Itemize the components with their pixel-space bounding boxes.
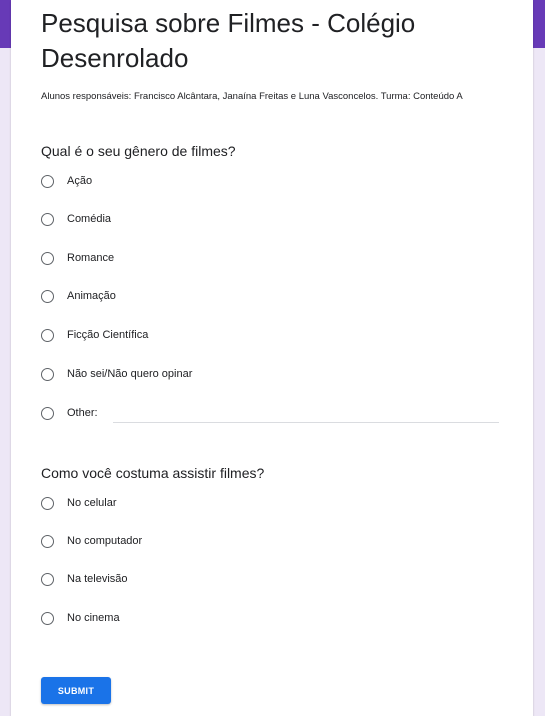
- radio-button[interactable]: [41, 406, 54, 420]
- other-text-input[interactable]: [113, 422, 499, 423]
- option-computador[interactable]: No computador: [41, 531, 142, 551]
- question-title-genre: Qual é o seu gênero de filmes?: [41, 143, 236, 159]
- option-label: No cinema: [67, 612, 120, 624]
- option-label: Ação: [67, 175, 93, 187]
- radio-button[interactable]: [41, 328, 54, 342]
- radio-button[interactable]: [41, 572, 54, 586]
- radio-button[interactable]: [41, 496, 54, 510]
- radio-button[interactable]: [41, 251, 54, 265]
- option-acao[interactable]: Ação: [41, 171, 92, 191]
- option-other[interactable]: Other:: [41, 403, 98, 423]
- option-animacao[interactable]: Animação: [41, 286, 116, 306]
- option-label: Na televisão: [67, 573, 128, 585]
- radio-button[interactable]: [41, 534, 54, 548]
- radio-button[interactable]: [41, 611, 54, 625]
- form-description: Alunos responsáveis: Francisco Alcântara…: [41, 91, 463, 102]
- option-label: No computador: [67, 535, 143, 547]
- option-celular[interactable]: No celular: [41, 493, 117, 513]
- option-nao-sei[interactable]: Não sei/Não quero opinar: [41, 364, 192, 384]
- radio-button[interactable]: [41, 289, 54, 303]
- option-label: Comédia: [67, 213, 112, 225]
- option-cinema[interactable]: No cinema: [41, 608, 120, 628]
- form-title: Pesquisa sobre Filmes - Colégio Desenrol…: [41, 8, 416, 73]
- option-romance[interactable]: Romance: [41, 248, 114, 268]
- option-ficcao-cientifica[interactable]: Ficção Científica: [41, 325, 148, 345]
- option-comedia[interactable]: Comédia: [41, 209, 111, 229]
- option-label: Ficção Científica: [67, 329, 149, 341]
- submit-button[interactable]: SUBMIT: [41, 677, 111, 704]
- option-label: Romance: [67, 252, 115, 264]
- radio-button[interactable]: [41, 367, 54, 381]
- option-label: Other:: [67, 407, 98, 419]
- radio-button[interactable]: [41, 174, 54, 188]
- option-label: Animação: [67, 290, 116, 302]
- radio-button[interactable]: [41, 212, 54, 226]
- form-card: Pesquisa sobre Filmes - Colégio Desenrol…: [11, 0, 533, 716]
- question-title-watch: Como você costuma assistir filmes?: [41, 465, 265, 481]
- option-label: Não sei/Não quero opinar: [67, 368, 193, 380]
- option-televisao[interactable]: Na televisão: [41, 569, 128, 589]
- option-label: No celular: [67, 497, 117, 509]
